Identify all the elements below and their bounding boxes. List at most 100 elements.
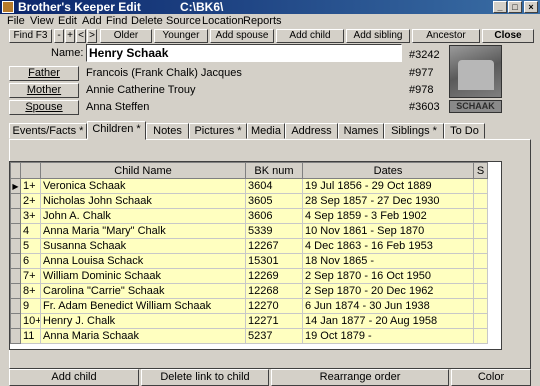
delete-link-button[interactable]: Delete link to child bbox=[141, 369, 269, 386]
s-cell[interactable] bbox=[473, 283, 488, 299]
table-row[interactable]: 4 Anna Maria "Mary" Chalk 5339 10 Nov 1861 … bbox=[10, 223, 501, 239]
table-row[interactable]: 7+ William Dominic Schaak 12269 2 Sep 1870 … bbox=[10, 268, 501, 284]
father-button[interactable]: Father bbox=[9, 66, 79, 81]
bk-num-cell[interactable]: 3604 bbox=[245, 178, 303, 194]
tab-address[interactable]: Address bbox=[285, 123, 338, 139]
add-child-button[interactable]: Add child bbox=[9, 369, 139, 386]
bk-num-cell[interactable]: 15301 bbox=[245, 253, 303, 269]
header-dates[interactable]: Dates bbox=[302, 162, 474, 179]
find-button[interactable]: Find F3 bbox=[9, 29, 52, 43]
s-cell[interactable] bbox=[473, 313, 488, 329]
menu-add[interactable]: Add bbox=[82, 15, 102, 27]
close-button[interactable]: Close bbox=[482, 29, 534, 43]
dates-cell[interactable]: 28 Sep 1857 - 27 Dec 1930 bbox=[302, 193, 474, 209]
header-s[interactable]: S bbox=[473, 162, 488, 179]
s-cell[interactable] bbox=[473, 223, 488, 239]
child-name-cell[interactable]: Fr. Adam Benedict William Schaak bbox=[40, 298, 246, 314]
s-cell[interactable] bbox=[473, 238, 488, 254]
header-child-name[interactable]: Child Name bbox=[40, 162, 246, 179]
row-selector[interactable] bbox=[10, 328, 21, 344]
table-row[interactable]: 3+ John A. Chalk 3606 4 Sep 1859 - 3 Feb 19… bbox=[10, 208, 501, 224]
child-index[interactable]: 2+ bbox=[20, 193, 41, 209]
table-row[interactable]: 2+ Nicholas John Schaak 3605 28 Sep 1857 - … bbox=[10, 193, 501, 209]
current-row-arrow-icon[interactable]: ▶ bbox=[10, 178, 21, 194]
bk-num-cell[interactable]: 3606 bbox=[245, 208, 303, 224]
child-index[interactable]: 5 bbox=[20, 238, 41, 254]
dates-cell[interactable]: 2 Sep 1870 - 16 Oct 1950 bbox=[302, 268, 474, 284]
child-index[interactable]: 6 bbox=[20, 253, 41, 269]
tab-media[interactable]: Media bbox=[247, 123, 285, 139]
row-selector[interactable] bbox=[10, 208, 21, 224]
dates-cell[interactable]: 2 Sep 1870 - 20 Dec 1962 bbox=[302, 283, 474, 299]
bk-num-cell[interactable]: 12267 bbox=[245, 238, 303, 254]
tab-events-facts[interactable]: Events/Facts * bbox=[9, 123, 87, 139]
table-row[interactable]: 9 Fr. Adam Benedict William Schaak 12270 6 … bbox=[10, 298, 501, 314]
menu-edit[interactable]: Edit bbox=[58, 15, 77, 27]
row-selector[interactable] bbox=[10, 283, 21, 299]
table-row[interactable]: ▶ 1+ Veronica Schaak 3604 19 Jul 1856 - 29 O… bbox=[10, 178, 501, 194]
child-name-cell[interactable]: Nicholas John Schaak bbox=[40, 193, 246, 209]
row-selector[interactable] bbox=[10, 268, 21, 284]
tab-names[interactable]: Names bbox=[338, 123, 384, 139]
child-index[interactable]: 1+ bbox=[20, 178, 41, 194]
older-button[interactable]: Older bbox=[100, 29, 152, 43]
s-cell[interactable] bbox=[473, 193, 488, 209]
tab-notes[interactable]: Notes bbox=[146, 123, 189, 139]
ancestor-button[interactable]: Ancestor bbox=[412, 29, 480, 43]
child-name-cell[interactable]: Henry J. Chalk bbox=[40, 313, 246, 329]
table-row[interactable]: 10+ Henry J. Chalk 12271 14 Jan 1877 - 20 A… bbox=[10, 313, 501, 329]
next-button[interactable]: > bbox=[87, 29, 97, 43]
row-selector[interactable] bbox=[10, 298, 21, 314]
child-name-cell[interactable]: Anna Maria "Mary" Chalk bbox=[40, 223, 246, 239]
s-cell[interactable] bbox=[473, 178, 488, 194]
tab-siblings[interactable]: Siblings * bbox=[384, 123, 444, 139]
table-row[interactable]: 8+ Carolina "Carrie" Schaak 12268 2 Sep 187… bbox=[10, 283, 501, 299]
row-selector[interactable] bbox=[10, 253, 21, 269]
dates-cell[interactable]: 4 Dec 1863 - 16 Feb 1953 bbox=[302, 238, 474, 254]
bk-num-cell[interactable]: 5237 bbox=[245, 328, 303, 344]
row-selector[interactable] bbox=[10, 313, 21, 329]
minus-button[interactable]: - bbox=[54, 29, 64, 43]
color-button[interactable]: Color bbox=[451, 369, 531, 386]
rearrange-order-button[interactable]: Rearrange order bbox=[271, 369, 449, 386]
child-name-cell[interactable]: Susanna Schaak bbox=[40, 238, 246, 254]
row-selector[interactable] bbox=[10, 193, 21, 209]
person-photo[interactable] bbox=[449, 45, 502, 98]
child-name-cell[interactable]: Veronica Schaak bbox=[40, 178, 246, 194]
tab-to-do[interactable]: To Do bbox=[444, 123, 485, 139]
s-cell[interactable] bbox=[473, 253, 488, 269]
bk-num-cell[interactable]: 12271 bbox=[245, 313, 303, 329]
child-index[interactable]: 10+ bbox=[20, 313, 41, 329]
menu-location[interactable]: Location bbox=[202, 15, 244, 27]
child-index[interactable]: 3+ bbox=[20, 208, 41, 224]
table-row[interactable]: 6 Anna Louisa Schack 15301 18 Nov 1865 - bbox=[10, 253, 501, 269]
child-name-cell[interactable]: John A. Chalk bbox=[40, 208, 246, 224]
child-name-cell[interactable]: William Dominic Schaak bbox=[40, 268, 246, 284]
tab-pictures[interactable]: Pictures * bbox=[189, 123, 247, 139]
dates-cell[interactable]: 19 Jul 1856 - 29 Oct 1889 bbox=[302, 178, 474, 194]
bk-num-cell[interactable]: 12269 bbox=[245, 268, 303, 284]
maximize-button[interactable]: □ bbox=[508, 1, 522, 13]
row-selector[interactable] bbox=[10, 238, 21, 254]
close-window-button[interactable]: × bbox=[524, 1, 538, 13]
table-row[interactable]: 11 Anna Maria Schaak 5237 19 Oct 1879 - bbox=[10, 328, 501, 344]
name-field[interactable]: Henry Schaak bbox=[86, 44, 402, 62]
header-bk-num[interactable]: BK num bbox=[245, 162, 303, 179]
child-name-cell[interactable]: Anna Maria Schaak bbox=[40, 328, 246, 344]
mother-button[interactable]: Mother bbox=[9, 83, 79, 98]
child-name-cell[interactable]: Anna Louisa Schack bbox=[40, 253, 246, 269]
prev-button[interactable]: < bbox=[76, 29, 86, 43]
table-row[interactable]: 5 Susanna Schaak 12267 4 Dec 1863 - 16 Feb … bbox=[10, 238, 501, 254]
minimize-button[interactable]: _ bbox=[493, 1, 507, 13]
s-cell[interactable] bbox=[473, 268, 488, 284]
child-index[interactable]: 7+ bbox=[20, 268, 41, 284]
younger-button[interactable]: Younger bbox=[154, 29, 208, 43]
child-index[interactable]: 8+ bbox=[20, 283, 41, 299]
s-cell[interactable] bbox=[473, 298, 488, 314]
bk-num-cell[interactable]: 3605 bbox=[245, 193, 303, 209]
dates-cell[interactable]: 6 Jun 1874 - 30 Jun 1938 bbox=[302, 298, 474, 314]
menu-source[interactable]: Source bbox=[166, 15, 201, 27]
menu-view[interactable]: View bbox=[30, 15, 54, 27]
child-index[interactable]: 9 bbox=[20, 298, 41, 314]
dates-cell[interactable]: 14 Jan 1877 - 20 Aug 1958 bbox=[302, 313, 474, 329]
